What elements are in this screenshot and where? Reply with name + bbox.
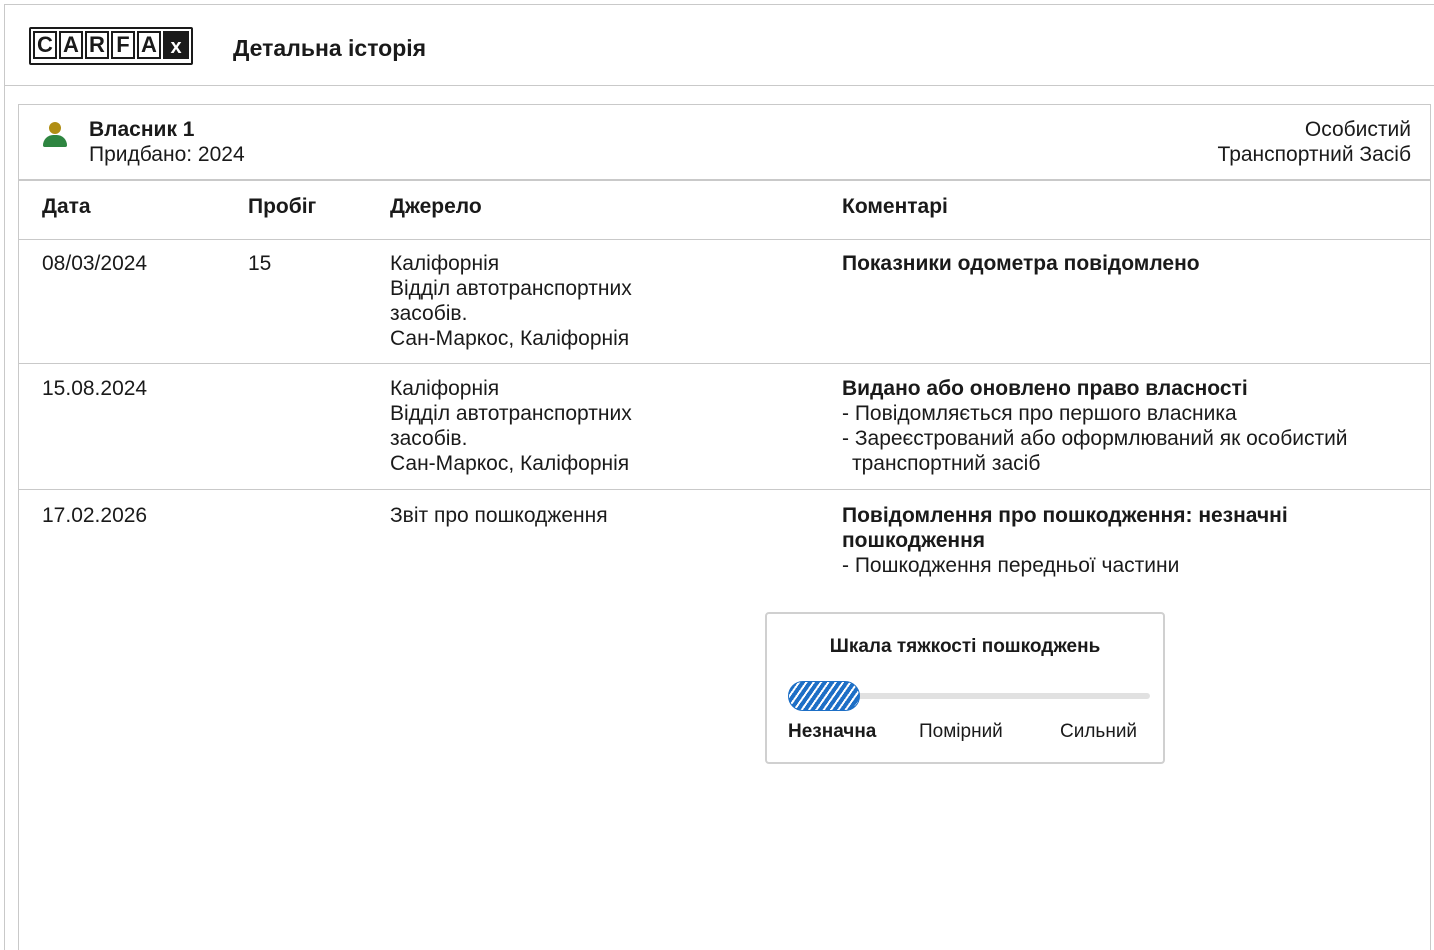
row-date: 08/03/2024 <box>42 252 148 275</box>
person-icon-head <box>49 122 61 134</box>
owner-name: Власник 1 <box>89 118 195 141</box>
damage-severity-scale: Шкала тяжкості пошкоджень Незначна Помір… <box>765 612 1165 764</box>
source-line: засобів. <box>390 302 468 325</box>
logo-letter: x <box>163 31 189 59</box>
page-title: Детальна історія <box>233 35 427 61</box>
logo-x-letter: x <box>170 36 182 58</box>
comment-title: Показники одометра повідомлено <box>842 252 1200 275</box>
source-line: засобів. <box>390 427 468 450</box>
logo-letter: A <box>137 31 161 59</box>
column-header-date: Дата <box>42 195 91 218</box>
row-comments: Видано або оновлено право власності - По… <box>842 376 1412 476</box>
row-divider <box>19 363 1430 364</box>
comment-item: - Пошкодження передньої частини <box>842 554 1180 577</box>
source-line: Каліфорнія <box>390 377 500 400</box>
logo-letter: A <box>59 31 83 59</box>
row-source: Каліфорнія Відділ автотранспортних засоб… <box>390 376 632 476</box>
header-divider <box>19 239 1430 240</box>
source-line: Сан-Маркос, Каліфорнія <box>390 452 630 475</box>
source-line: Відділ автотранспортних <box>390 277 632 300</box>
severity-label-minor: Незначна <box>788 721 877 742</box>
logo-letter: F <box>111 31 135 59</box>
row-comments: Показники одометра повідомлено <box>842 251 1412 276</box>
row-source: Каліфорнія Відділ автотранспортних засоб… <box>390 251 632 351</box>
logo-letter: R <box>85 31 109 59</box>
comment-title: Видано або оновлено право власності <box>842 377 1248 400</box>
source-line: Звіт про пошкодження <box>390 504 608 527</box>
severity-label-moderate: Помірний <box>919 721 1003 742</box>
row-divider <box>19 489 1430 490</box>
row-source: Звіт про пошкодження <box>390 503 608 528</box>
row-mileage: 15 <box>248 252 272 275</box>
severity-label-severe: Сильний <box>1060 721 1138 742</box>
comment-item: - Зареєстрований або оформлюваний як осо… <box>842 427 1348 475</box>
source-line: Відділ автотранспортних <box>390 402 632 425</box>
comment-item: - Повідомляється про першого власника <box>842 402 1237 425</box>
source-line: Сан-Маркос, Каліфорнія <box>390 327 630 350</box>
severity-fill <box>788 681 860 711</box>
comment-title: Повідомлення про пошкодження: незначні п… <box>842 504 1288 552</box>
owner-summary: Власник 1 Придбано: 2024 Особистий Транс… <box>19 105 1430 181</box>
person-icon <box>42 122 68 150</box>
source-line: Каліфорнія <box>390 252 500 275</box>
report-header: C A R F A x Детальна історія <box>5 5 1434 86</box>
logo-letter: C <box>33 31 57 59</box>
owner-history-card: Власник 1 Придбано: 2024 Особистий Транс… <box>18 104 1431 950</box>
row-comments: Повідомлення про пошкодження: незначні п… <box>842 503 1342 578</box>
person-icon-body <box>43 135 67 147</box>
owner-vehicle-type-line1: Особистий <box>1304 118 1411 141</box>
row-date: 17.02.2026 <box>42 504 148 527</box>
owner-purchased: Придбано: 2024 <box>89 143 245 166</box>
column-header-source: Джерело <box>390 195 482 218</box>
owner-vehicle-type-line2: Транспортний Засіб <box>1217 143 1411 166</box>
severity-title: Шкала тяжкості пошкоджень <box>829 636 1101 657</box>
row-date: 15.08.2024 <box>42 377 148 400</box>
column-header-mileage: Пробіг <box>248 195 317 218</box>
column-header-comments: Коментарі <box>842 195 948 218</box>
carfax-logo: C A R F A x <box>29 27 193 65</box>
